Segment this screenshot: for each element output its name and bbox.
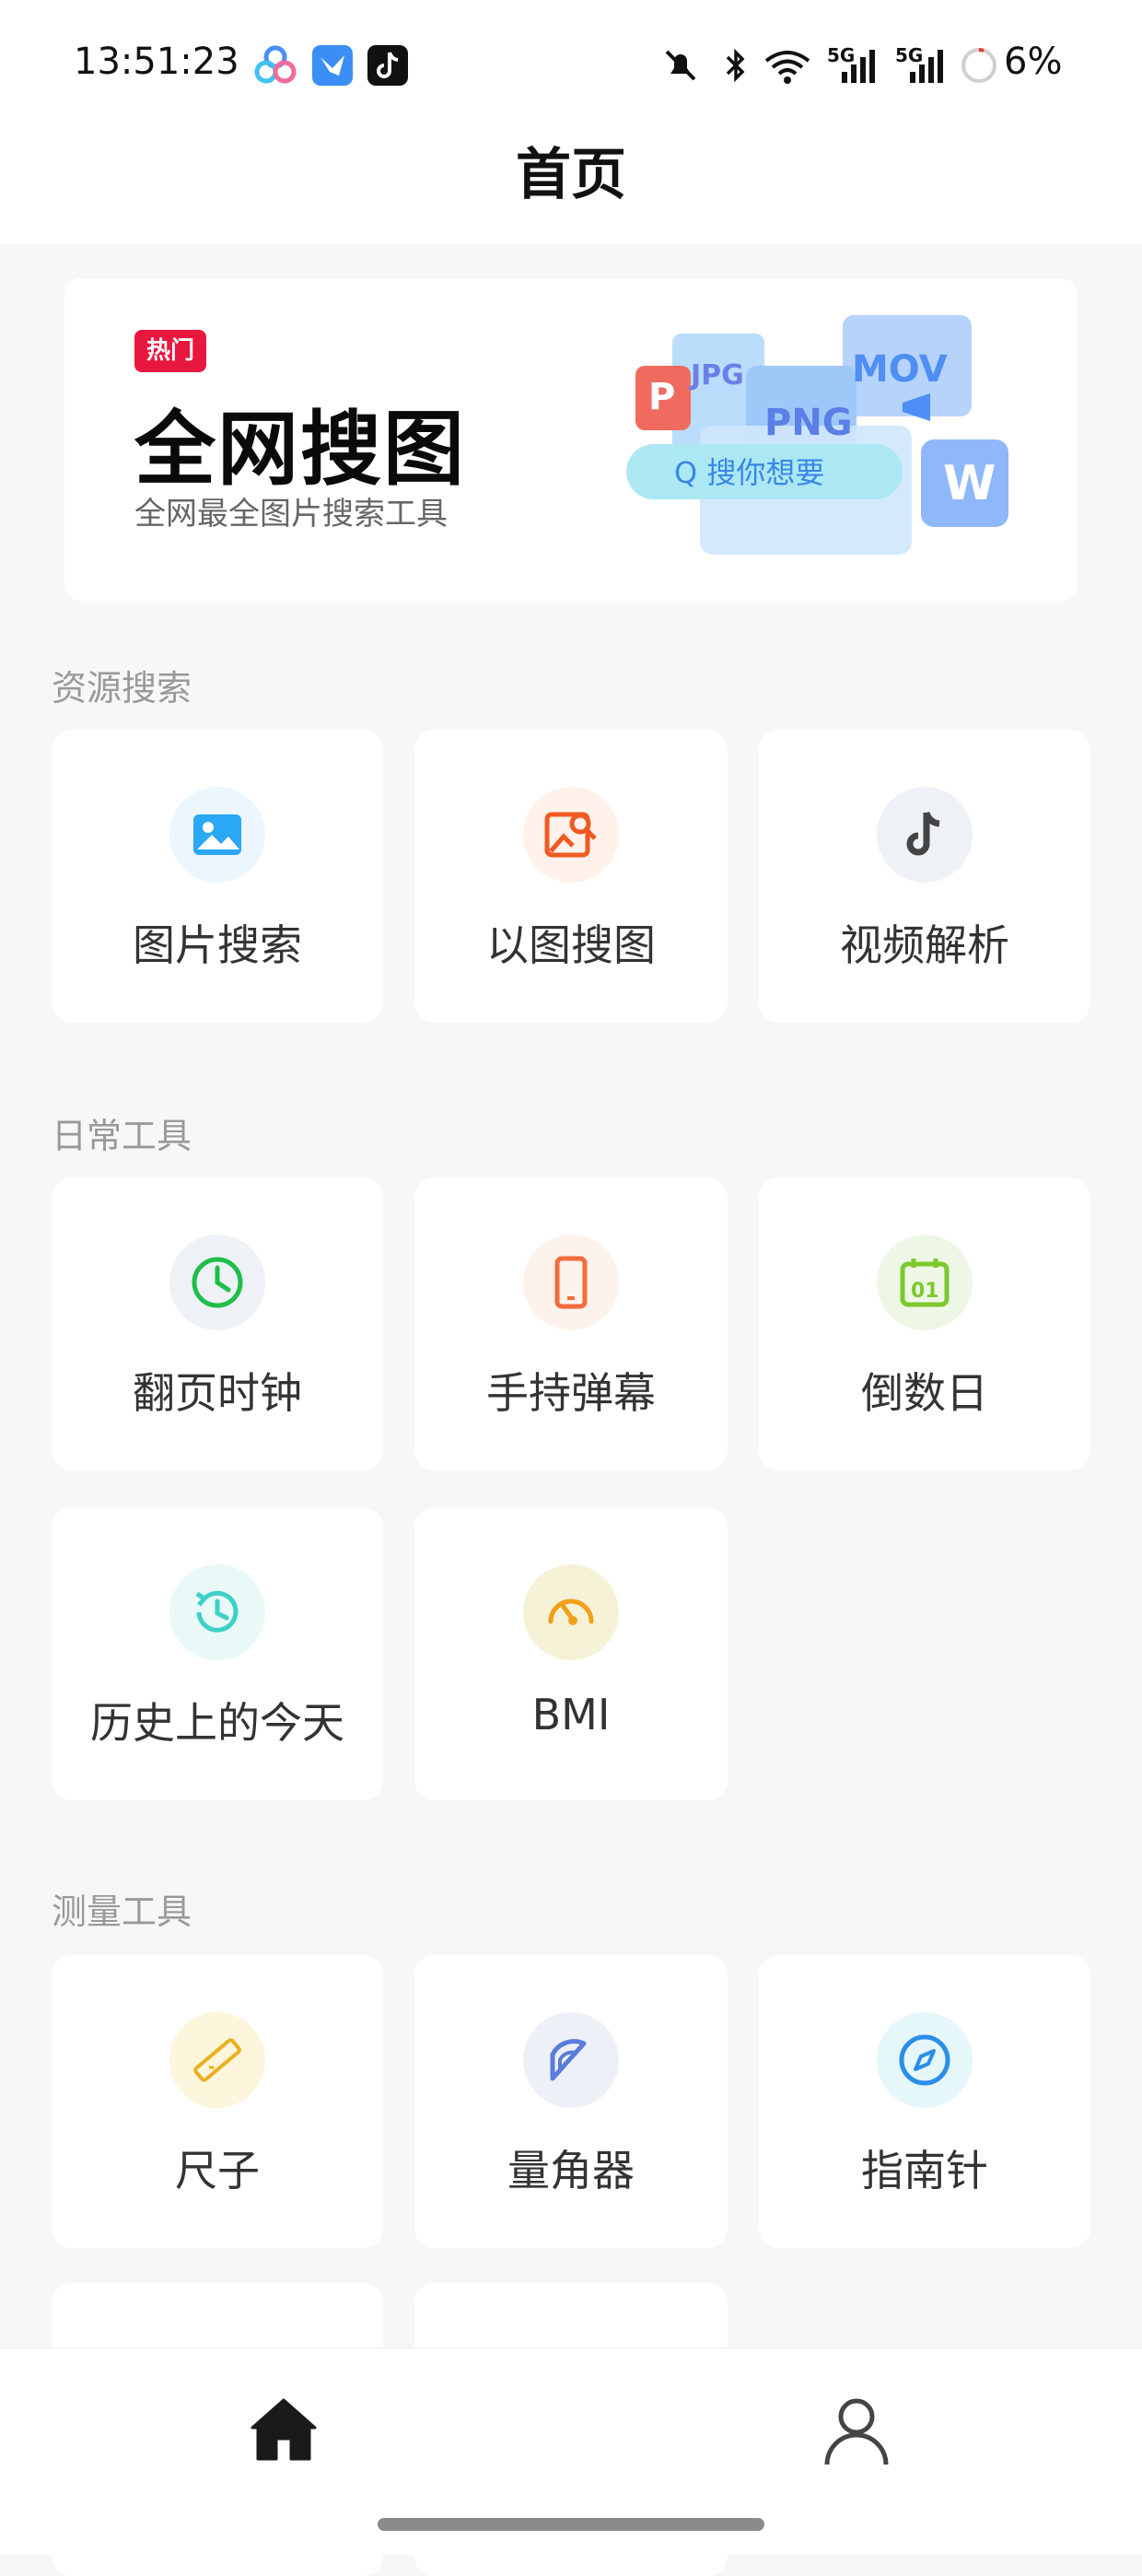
tool-label: 倒数日 — [861, 1368, 988, 1418]
mute-icon — [665, 50, 696, 81]
tool-card-video-parse[interactable]: 视频解析 — [759, 730, 1090, 1023]
phone-icon — [554, 1256, 588, 1309]
tool-card-countdown-days[interactable]: 01 倒数日 — [759, 1177, 1090, 1470]
compass-icon-bg — [877, 2012, 973, 2108]
section-title-resource-search: 资源搜索 — [52, 668, 192, 708]
tool-label: 手持弹幕 — [486, 1368, 656, 1418]
image-icon — [193, 814, 241, 855]
gauge-icon — [548, 1598, 594, 1625]
tool-label: 视频解析 — [840, 920, 1009, 970]
ruler-icon — [193, 2038, 241, 2082]
tiktok-icon-bg — [877, 787, 973, 883]
tool-label: 图片搜索 — [133, 920, 302, 970]
phone-icon-bg — [523, 1235, 619, 1330]
ruler-icon-bg — [169, 2012, 265, 2108]
hero-banner[interactable]: 热门 全网搜图 全网最全图片搜索工具 P JPG PNG MOV Q 搜你想要 … — [64, 278, 1078, 601]
clock-icon-bg — [169, 1235, 265, 1330]
app-cluster-icon — [254, 45, 297, 84]
banner-tag-png: PNG — [764, 402, 853, 444]
home-indicator[interactable] — [378, 2518, 764, 2531]
app-bird-icon — [312, 45, 353, 86]
gauge-icon-bg — [523, 1564, 619, 1660]
tool-label: 翻页时钟 — [133, 1368, 302, 1418]
status-time: 13:51:23 — [74, 41, 239, 83]
section-title-daily-tools: 日常工具 — [52, 1116, 192, 1156]
calendar-icon-bg: 01 — [877, 1235, 973, 1330]
tool-card-bmi[interactable]: BMI — [414, 1507, 728, 1800]
history-icon — [195, 1590, 239, 1633]
tool-card-ruler[interactable]: 尺子 — [52, 1955, 383, 2248]
banner-title: 全网搜图 — [134, 402, 467, 497]
signal-bars-2-icon — [910, 50, 943, 83]
tool-card-compass[interactable]: 指南针 — [759, 1955, 1090, 2248]
tool-label: 量角器 — [507, 2146, 635, 2195]
tool-card-image-search[interactable]: 图片搜索 — [52, 730, 383, 1023]
hot-badge: 热门 — [134, 330, 206, 372]
app-tiktok-icon — [367, 45, 408, 86]
tool-label: BMI — [531, 1690, 611, 1739]
signal-bars-1-icon — [842, 50, 875, 83]
battery-ring-icon — [961, 48, 996, 83]
history-icon-bg — [169, 1564, 265, 1660]
tool-label: 尺子 — [175, 2146, 260, 2195]
tool-card-flip-clock[interactable]: 翻页时钟 — [52, 1177, 383, 1470]
tool-card-today-in-history[interactable]: 历史上的今天 — [52, 1507, 383, 1800]
wifi-icon — [764, 51, 810, 84]
image-search-icon-bg — [523, 787, 619, 883]
banner-tag-w: W — [943, 456, 996, 511]
profile-icon[interactable] — [822, 2395, 891, 2468]
compass-icon — [899, 2034, 950, 2086]
banner-subtitle: 全网最全图片搜索工具 — [134, 496, 448, 533]
tiktok-icon — [906, 811, 940, 856]
tool-label: 历史上的今天 — [90, 1698, 344, 1748]
clock-icon — [192, 1257, 243, 1308]
tool-card-protractor[interactable]: 量角器 — [414, 1955, 728, 2248]
banner-search-pill-text: Q 搜你想要 — [674, 455, 824, 490]
tool-label: 指南针 — [861, 2146, 988, 2195]
banner-tag-jpg: JPG — [689, 359, 744, 392]
home-icon[interactable] — [249, 2395, 319, 2465]
status-bar: 13:51:23 5G 5G 6% — [0, 0, 1142, 138]
top-bar: 13:51:23 5G 5G 6% 首页 — [0, 0, 1142, 244]
banner-tag-mov: MOV — [852, 348, 948, 391]
bottom-nav — [0, 2348, 1142, 2555]
protractor-icon-bg — [523, 2012, 619, 2108]
bluetooth-icon — [726, 48, 745, 83]
battery-percent: 6% — [1004, 41, 1063, 83]
section-title-measure-tools: 测量工具 — [52, 1891, 192, 1932]
tool-label: 以图搜图 — [486, 920, 656, 970]
image-icon-bg — [169, 787, 265, 883]
banner-tag-p: P — [648, 376, 675, 418]
file-types-illustration: P JPG PNG MOV Q 搜你想要 W — [626, 315, 1008, 555]
svg-text:01: 01 — [911, 1280, 939, 1303]
protractor-icon — [550, 2039, 587, 2081]
page-title: 首页 — [516, 143, 626, 207]
calendar-icon: 01 — [900, 1259, 950, 1307]
image-search-icon — [544, 812, 597, 858]
tool-card-handheld-danmaku[interactable]: 手持弹幕 — [414, 1177, 728, 1470]
tool-card-reverse-image-search[interactable]: 以图搜图 — [414, 730, 728, 1023]
